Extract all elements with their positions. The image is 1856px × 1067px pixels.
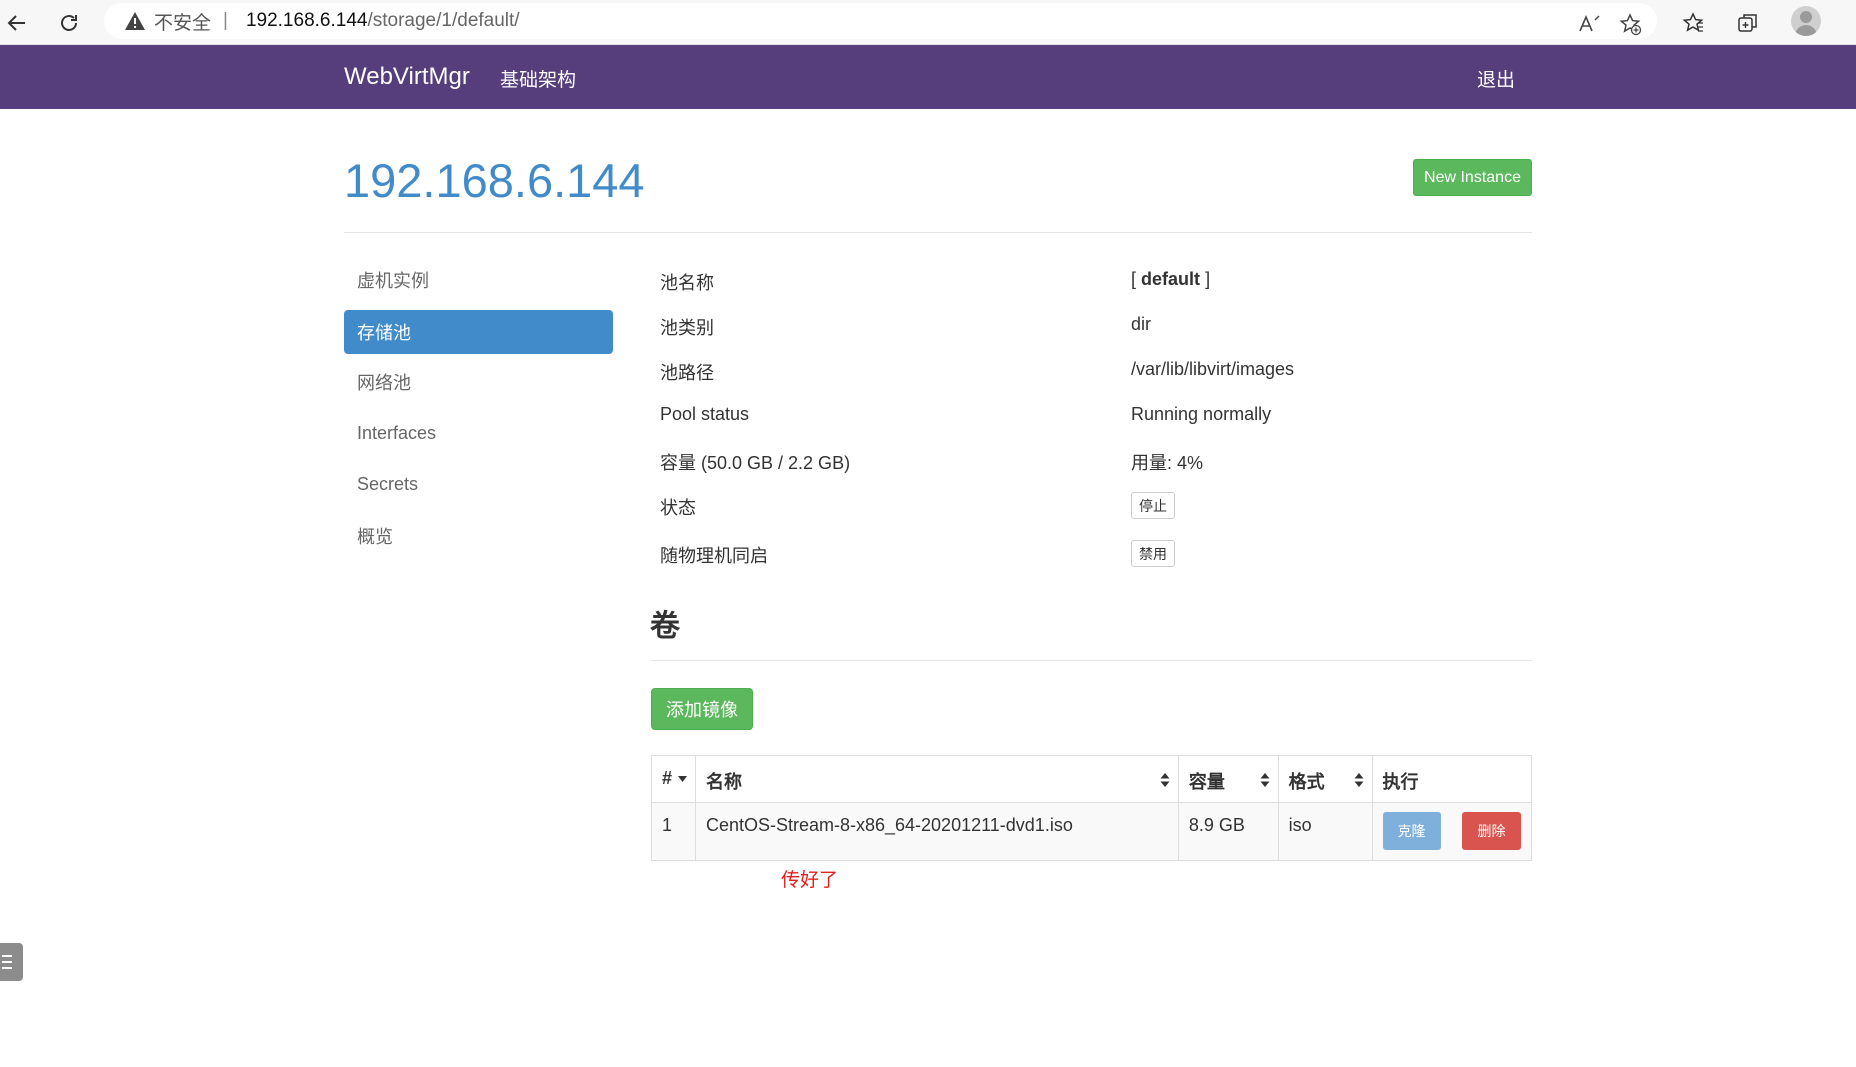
volumes-table: # 名称 容量 格式 执行 1 CentOS-Stream-8-x86_64-2… — [651, 755, 1532, 861]
cell-size: 8.9 GB — [1177, 802, 1279, 861]
back-arrow-icon[interactable] — [0, 6, 34, 40]
cell-delete: 删除 — [1462, 802, 1532, 861]
sidebar-item-networks[interactable]: 网络池 — [344, 360, 613, 404]
col-name-header[interactable]: 名称 — [694, 755, 1179, 803]
reload-icon[interactable] — [52, 6, 86, 40]
volumes-divider — [651, 660, 1532, 661]
col-size-label: 容量 — [1188, 772, 1225, 792]
col-index-label: # — [662, 768, 673, 788]
header-divider — [344, 232, 1532, 233]
page-title: 192.168.6.144 — [344, 154, 645, 207]
col-name-label: 名称 — [705, 772, 742, 792]
pool-capacity-label: 容量 (50.0 GB / 2.2 GB) — [660, 453, 851, 473]
disable-autostart-button[interactable]: 禁用 — [1131, 540, 1175, 567]
bracket-close: ] — [1205, 269, 1211, 289]
browser-toolbar: 不安全 | 192.168.6.144/storage/1/default/ — [0, 0, 1856, 45]
cell-name: CentOS-Stream-8-x86_64-20201211-dvd1.iso — [694, 802, 1179, 861]
app-navbar: WebVirtMgr 基础架构 退出 — [0, 45, 1856, 109]
volumes-heading: 卷 — [650, 610, 680, 643]
table-header-row: # 名称 容量 格式 执行 — [651, 755, 1532, 803]
floating-menu-icon[interactable] — [0, 943, 23, 981]
brand-link[interactable]: WebVirtMgr — [344, 63, 470, 91]
address-separator: | — [223, 10, 228, 31]
col-action-header: 执行 — [1371, 755, 1532, 803]
read-aloud-icon[interactable] — [1574, 8, 1606, 40]
profile-avatar[interactable] — [1791, 6, 1821, 36]
stop-pool-button[interactable]: 停止 — [1131, 492, 1175, 519]
pool-usage-value: 用量: 4% — [1131, 453, 1204, 473]
warning-icon — [125, 12, 145, 30]
pool-type-value: dir — [1131, 314, 1152, 334]
delete-button[interactable]: 删除 — [1462, 812, 1521, 850]
pool-autostart-label: 随物理机同启 — [660, 546, 768, 566]
pool-path-label: 池路径 — [660, 363, 714, 383]
pool-status-label: Pool status — [660, 404, 750, 424]
col-format-header[interactable]: 格式 — [1277, 755, 1373, 803]
url-path: /storage/1/default/ — [367, 10, 520, 31]
pool-name-text: default — [1141, 269, 1201, 289]
col-action-label: 执行 — [1382, 772, 1419, 792]
pool-path-value: /var/lib/libvirt/images — [1131, 359, 1295, 379]
col-format-label: 格式 — [1288, 772, 1325, 792]
nav-infrastructure[interactable]: 基础架构 — [500, 65, 576, 92]
sidebar-item-overview[interactable]: 概览 — [344, 514, 613, 558]
sort-icon — [1260, 773, 1270, 787]
sort-desc-icon — [678, 776, 687, 782]
new-instance-button[interactable]: New Instance — [1413, 159, 1532, 196]
col-size-header[interactable]: 容量 — [1177, 755, 1279, 803]
sidebar-item-storage[interactable]: 存储池 — [344, 310, 613, 354]
pool-name-label: 池名称 — [660, 273, 714, 293]
cell-format: iso — [1277, 802, 1373, 861]
insecure-label: 不安全 — [154, 12, 212, 34]
cell-clone: 克隆 — [1371, 802, 1462, 861]
clone-button[interactable]: 克隆 — [1382, 812, 1441, 850]
pool-type-label: 池类别 — [660, 318, 714, 338]
bracket-open: [ — [1131, 269, 1137, 289]
col-index-header[interactable]: # — [651, 755, 696, 803]
add-favorite-icon[interactable] — [1614, 8, 1646, 40]
nav-logout[interactable]: 退出 — [1477, 65, 1515, 92]
sidebar-item-instances[interactable]: 虚机实例 — [344, 258, 613, 302]
table-row: 1 CentOS-Stream-8-x86_64-20201211-dvd1.i… — [651, 802, 1532, 861]
sort-icon — [1354, 773, 1363, 787]
annotation-note: 传好了 — [781, 870, 839, 891]
url-host: 192.168.6.144 — [245, 10, 368, 31]
pool-name-value: [ default ] — [1131, 269, 1210, 290]
sidebar-item-secrets[interactable]: Secrets — [344, 462, 613, 506]
cell-index: 1 — [651, 802, 696, 861]
favorites-icon[interactable] — [1676, 6, 1710, 40]
collections-icon[interactable] — [1731, 6, 1765, 40]
sort-icon — [1160, 773, 1170, 787]
pool-status-value: Running normally — [1131, 404, 1272, 424]
address-bar[interactable]: 不安全 | 192.168.6.144/storage/1/default/ — [104, 3, 1657, 39]
add-image-button[interactable]: 添加镜像 — [651, 688, 753, 730]
sidebar-item-interfaces[interactable]: Interfaces — [344, 411, 613, 455]
pool-state-label: 状态 — [660, 498, 696, 518]
